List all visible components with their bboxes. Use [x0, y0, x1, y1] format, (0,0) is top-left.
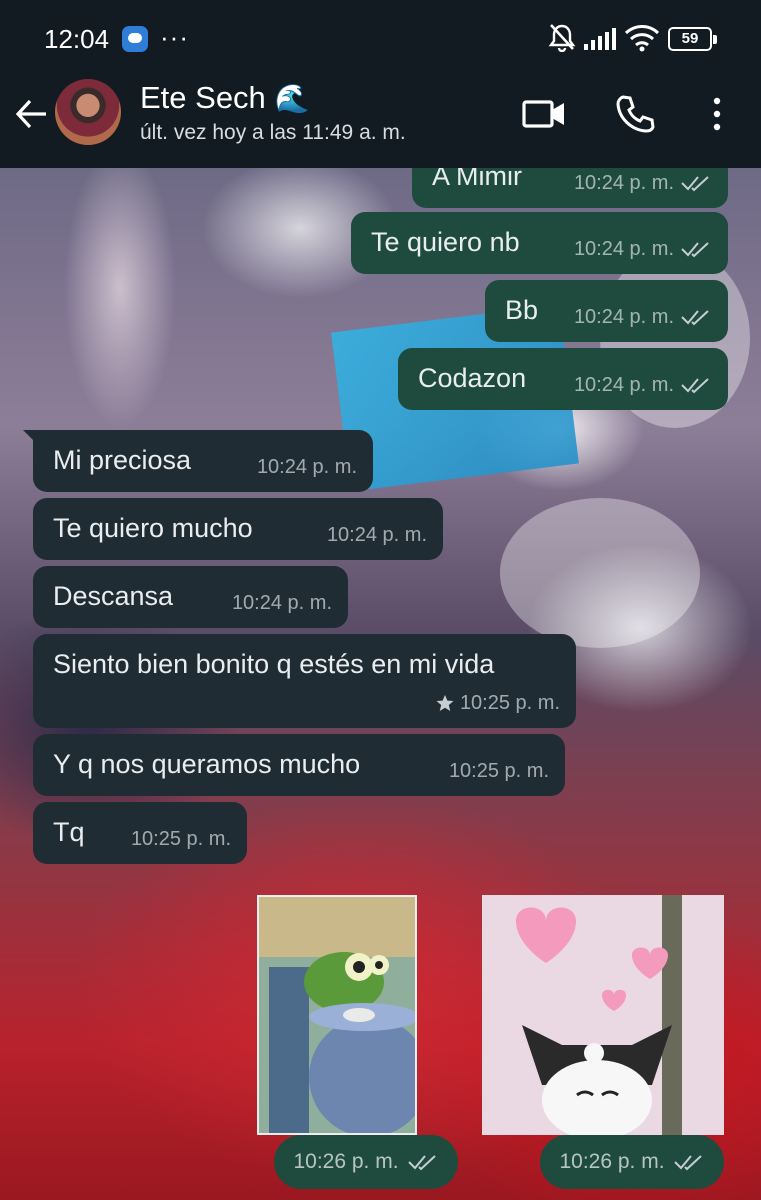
bell-muted-icon [548, 24, 576, 52]
kuromi-sticker[interactable] [482, 895, 724, 1135]
star-icon [436, 695, 454, 711]
double-check-icon [681, 310, 709, 326]
chat-background: A Mimir 10:24 p. m. Te quiero nb 10:24 p… [0, 168, 761, 1200]
message-bubble-incoming[interactable]: Te quiero mucho 10:24 p. m. [33, 498, 443, 560]
phone-call-icon[interactable] [614, 94, 656, 134]
clock: 12:04 [44, 24, 110, 54]
message-text: Te quiero nb [371, 227, 520, 257]
last-seen-status: últ. vez hoy a las 11:49 a. m. [140, 121, 406, 144]
message-bubble-incoming[interactable]: Y q nos queramos mucho 10:25 p. m. [33, 734, 565, 796]
message-text: A Mimir [432, 168, 522, 191]
message-text: Te quiero mucho [53, 513, 253, 543]
message-bubble-incoming[interactable]: Mi preciosa 10:24 p. m. [23, 430, 373, 492]
double-check-icon [681, 378, 709, 394]
more-options-icon[interactable] [708, 96, 726, 132]
status-bar: 12:04 ··· 59 [0, 0, 761, 78]
video-call-icon[interactable] [522, 96, 566, 132]
more-notifications-icon: ··· [160, 22, 189, 52]
message-meta: 10:24 p. m. [574, 368, 712, 402]
message-time: 10:24 p. m. [326, 524, 427, 546]
message-bubble-outgoing[interactable]: Codazon 10:24 p. m. [398, 348, 728, 410]
message-time: 10:24 p. m. [573, 238, 674, 260]
cell-signal-icon [584, 28, 616, 50]
message-bubble-outgoing[interactable]: Te quiero nb 10:24 p. m. [351, 212, 728, 274]
chat-header: Ete Sech 🌊 últ. vez hoy a las 11:49 a. m… [0, 78, 761, 168]
message-bubble-outgoing[interactable]: A Mimir 10:24 p. m. [412, 168, 728, 208]
message-time: 10:25 p. m. [459, 692, 560, 714]
battery-indicator: 59 [668, 27, 717, 51]
message-text: Y q nos queramos mucho [53, 749, 361, 779]
back-arrow-icon[interactable] [14, 96, 50, 132]
wave-emoji: 🌊 [274, 83, 310, 114]
frog-sticker-image [259, 897, 415, 1133]
double-check-icon [681, 176, 709, 192]
double-check-icon [673, 1155, 702, 1171]
message-text: Codazon [418, 363, 527, 393]
message-time: 10:24 p. m. [573, 306, 674, 328]
message-time: 10:25 p. m. [130, 828, 231, 850]
wifi-icon [624, 25, 660, 52]
message-bubble-incoming[interactable]: Siento bien bonito q estés en mi vida 10… [33, 634, 576, 728]
message-bubble-incoming[interactable]: Descansa 10:24 p. m. [33, 566, 348, 628]
message-time: 10:26 p. m. [559, 1150, 665, 1173]
message-text: Descansa [53, 581, 174, 611]
message-time: 10:24 p. m. [573, 374, 674, 396]
message-meta: 10:24 p. m. [232, 586, 332, 620]
sticker-meta: 10:26 p. m. [540, 1135, 724, 1189]
message-meta: 10:25 p. m. [436, 686, 560, 720]
message-bubble-incoming[interactable]: Tq 10:25 p. m. [33, 802, 247, 864]
sticker-meta: 10:26 p. m. [274, 1135, 458, 1189]
contact-name[interactable]: Ete Sech 🌊 [140, 80, 309, 116]
kuromi-sticker-image [482, 895, 724, 1135]
message-meta: 10:24 p. m. [574, 300, 712, 334]
chat-notification-icon [122, 26, 148, 52]
double-check-icon [681, 242, 709, 258]
message-meta: 10:24 p. m. [327, 518, 427, 552]
contact-name-text: Ete Sech [140, 80, 266, 115]
message-bubble-outgoing[interactable]: Bb 10:24 p. m. [485, 280, 728, 342]
message-text: Mi preciosa [53, 445, 192, 475]
message-meta: 10:24 p. m. [574, 232, 712, 266]
message-text: Bb [505, 295, 539, 325]
bubble-tail [23, 430, 37, 444]
frog-sticker[interactable] [257, 895, 417, 1135]
message-meta: 10:24 p. m. [574, 168, 712, 200]
message-text: Siento bien bonito q estés en mi vida [53, 649, 495, 679]
message-meta: 10:25 p. m. [131, 822, 231, 856]
contact-avatar[interactable] [55, 79, 121, 145]
message-time: 10:25 p. m. [448, 760, 549, 782]
message-time: 10:26 p. m. [293, 1150, 399, 1173]
wallpaper-cloud [500, 498, 700, 648]
message-time: 10:24 p. m. [231, 592, 332, 614]
message-meta: 10:25 p. m. [449, 754, 549, 788]
message-time: 10:24 p. m. [573, 172, 674, 194]
message-text: Tq [53, 817, 85, 847]
message-time: 10:24 p. m. [256, 456, 357, 478]
message-meta: 10:24 p. m. [257, 450, 357, 484]
double-check-icon [407, 1155, 436, 1171]
